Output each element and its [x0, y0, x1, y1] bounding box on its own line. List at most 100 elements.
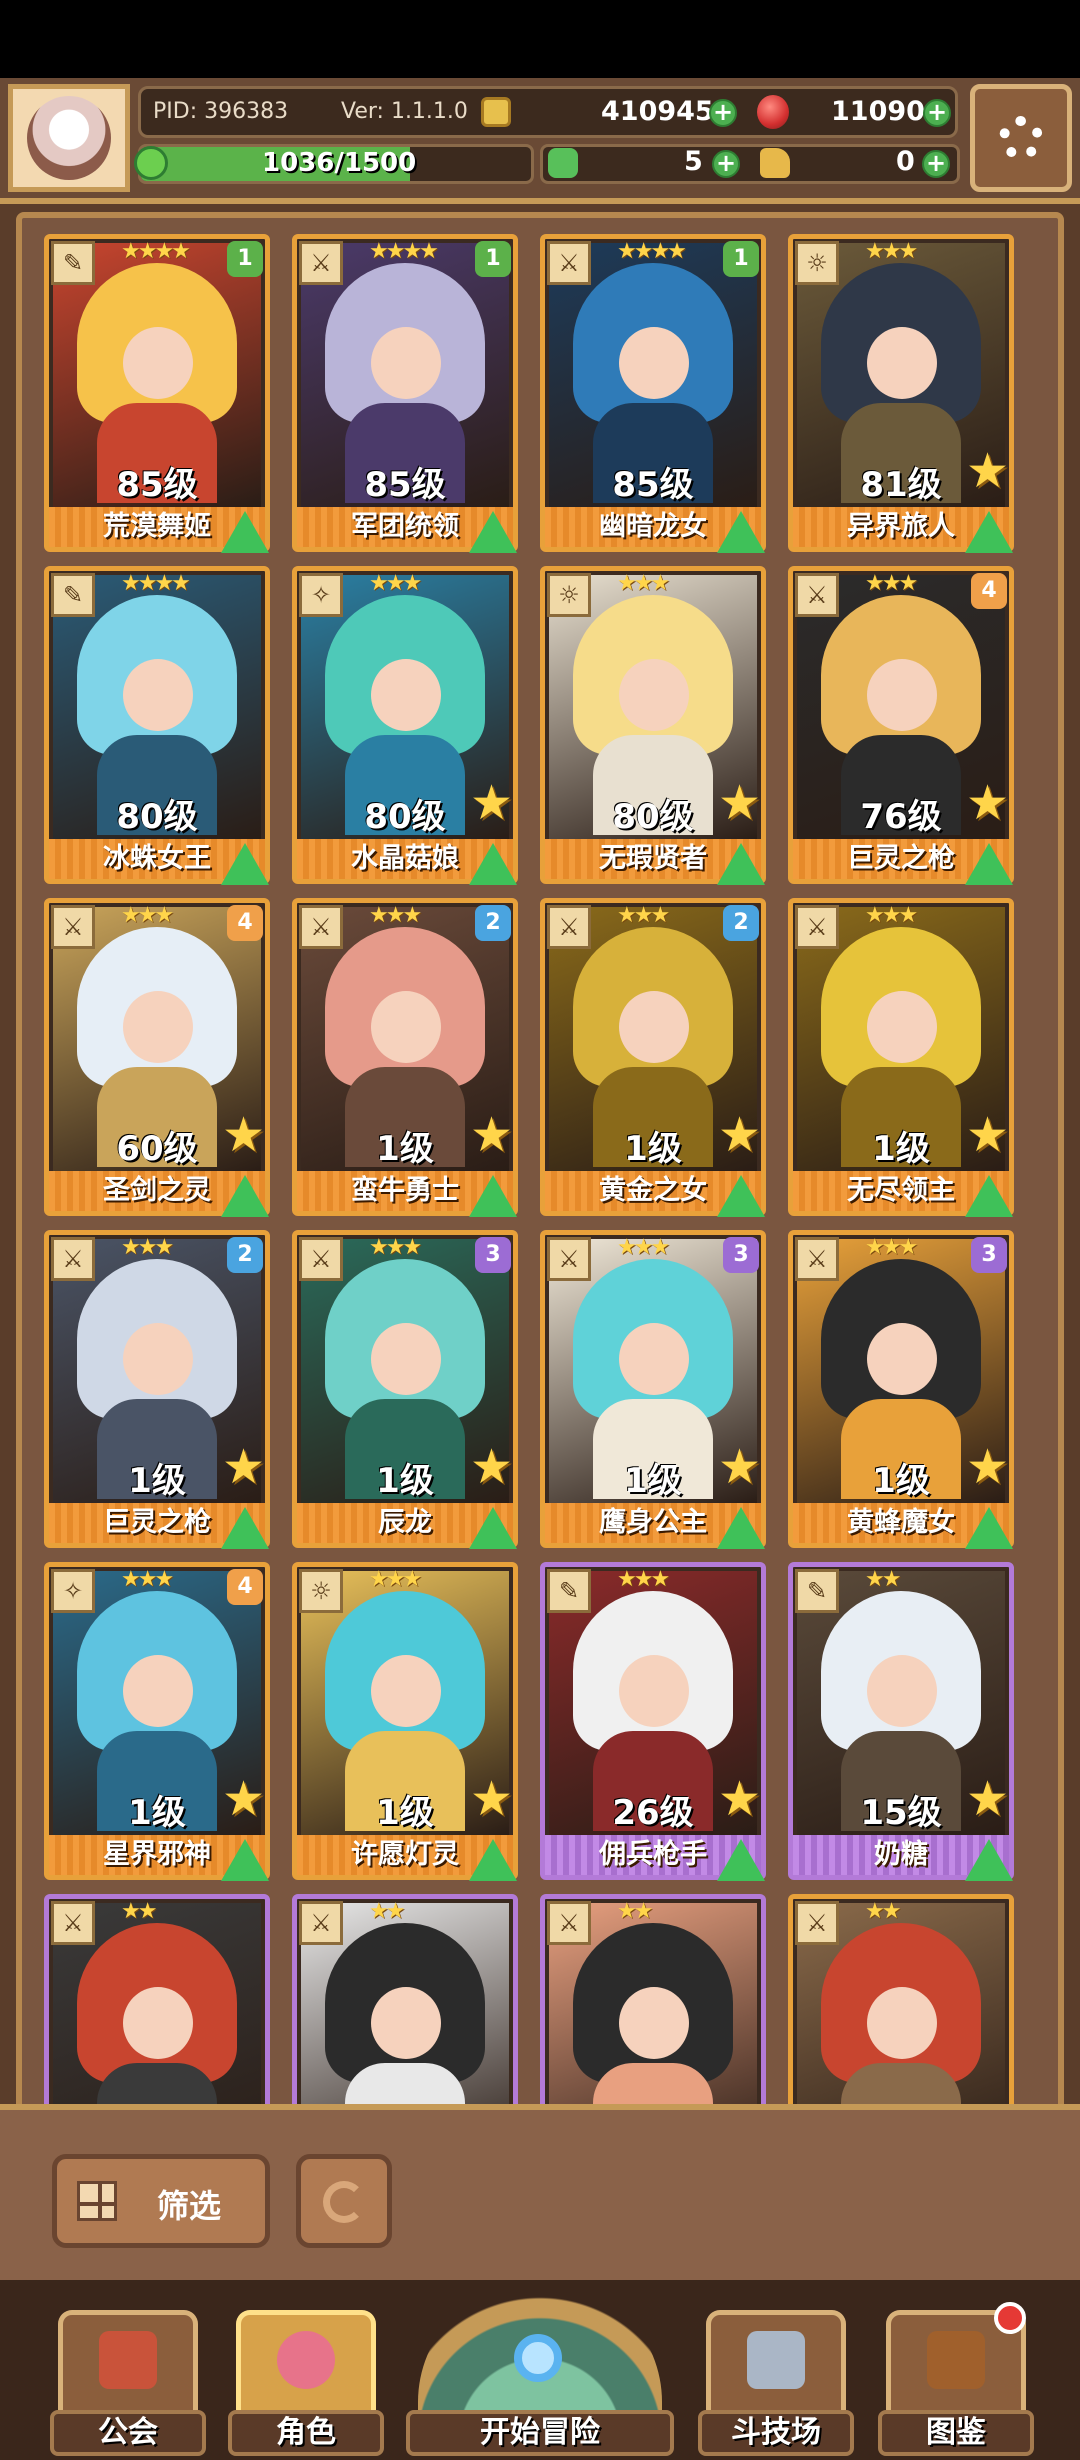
- character-level: 15级: [860, 1793, 942, 1833]
- filter-panel: 筛选: [0, 2104, 1080, 2286]
- tier-badge: 1: [227, 241, 263, 277]
- star-rating: ★★★★: [617, 239, 687, 264]
- character-level: 85级: [116, 465, 198, 505]
- character-level: 1级: [128, 1461, 186, 1501]
- character-level: 85级: [612, 465, 694, 505]
- star-rating: ★★: [617, 1899, 653, 1924]
- star-rating: ★★: [865, 1567, 901, 1592]
- star-rating: ★★★★: [121, 239, 191, 264]
- boot-count: 0: [896, 146, 915, 177]
- character-card[interactable]: ✎ ★★★ ★ 26级 佣兵枪手: [540, 1562, 766, 1881]
- level-up-arrow-icon: [469, 843, 517, 885]
- level-up-arrow-icon: [221, 843, 269, 885]
- level-up-arrow-icon: [965, 843, 1013, 885]
- nav-roles-label[interactable]: 角色: [228, 2410, 384, 2456]
- star-rating: ★★★: [617, 903, 670, 928]
- star-rating: ★★★: [865, 239, 918, 264]
- level-up-arrow-icon: [221, 1839, 269, 1881]
- character-level: 80级: [364, 797, 446, 837]
- nav-guild-label[interactable]: 公会: [50, 2410, 206, 2456]
- character-card[interactable]: ✎ ★★ ★ 15级 奶糖: [788, 1562, 1014, 1881]
- character-card[interactable]: ⚔ ★★★★ 1 85级 幽暗龙女: [540, 234, 766, 553]
- star-rating: ★★★: [121, 903, 174, 928]
- level-up-arrow-icon: [221, 1507, 269, 1549]
- star-rating: ★★: [865, 1899, 901, 1924]
- character-level: 1级: [376, 1461, 434, 1501]
- book-icon: [927, 2331, 985, 2389]
- character-card[interactable]: ✧ ★★★ 4 ★ 1级 星界邪神: [44, 1562, 270, 1881]
- star-rating: ★★★: [369, 1567, 422, 1592]
- shield-class-icon: ☼: [547, 573, 591, 617]
- wand-class-icon: ✎: [51, 241, 95, 285]
- nav-codex-label[interactable]: 图鉴: [878, 2410, 1034, 2456]
- boot-icon: [760, 148, 790, 178]
- character-card[interactable]: ⚔ ★★★ 3 ★ 1级 鹰身公主: [540, 1230, 766, 1549]
- add-coins-button[interactable]: +: [709, 99, 737, 127]
- sword-class-icon: ⚔: [795, 573, 839, 617]
- gem-icon: [757, 95, 789, 129]
- star-rating: ★★: [369, 1899, 405, 1924]
- character-card[interactable]: ✎ ★★★★ 1 85级 荒漠舞姬: [44, 234, 270, 553]
- character-card[interactable]: ⚔ ★★★ 2 ★ 1级 黄金之女: [540, 898, 766, 1217]
- top-hud: PID: 396383 Ver: 1.1.1.0 410945 + 11090 …: [0, 78, 1080, 204]
- character-card[interactable]: ⚔ ★★★ 4 ★ 60级 圣剑之灵: [44, 898, 270, 1217]
- wand-class-icon: ✎: [547, 1569, 591, 1613]
- character-grid: ✎ ★★★★ 1 85级 荒漠舞姬 ⚔ ★★★★ 1 85级 军团统领 ⚔ ★★★★ 1 85级 幽暗龙女 ☼…: [16, 212, 1064, 2212]
- character-card[interactable]: ⚔ ★★★ 4 ★ 76级 巨灵之枪: [788, 566, 1014, 885]
- character-card[interactable]: ⚔ ★★★ 2 ★ 1级 巨灵之枪: [44, 1230, 270, 1549]
- tier-badge: 3: [971, 1237, 1007, 1273]
- nav-adventure-label[interactable]: 开始冒险: [406, 2410, 674, 2456]
- add-boot-button[interactable]: +: [922, 150, 950, 178]
- level-up-arrow-icon: [469, 1839, 517, 1881]
- filter-label: 筛选: [157, 2187, 222, 2225]
- refresh-icon: [323, 2181, 365, 2223]
- level-up-arrow-icon: [469, 511, 517, 553]
- version-label: Ver: 1.1.1.0: [341, 99, 468, 124]
- refresh-button[interactable]: [296, 2154, 392, 2248]
- crossed-swords-icon: [747, 2331, 805, 2389]
- tier-badge: 3: [723, 1237, 759, 1273]
- settings-button[interactable]: [970, 84, 1072, 192]
- player-avatar[interactable]: [8, 84, 130, 192]
- add-clover-button[interactable]: +: [712, 150, 740, 178]
- star-rating: ★★★★: [121, 571, 191, 596]
- tier-badge: 3: [475, 1237, 511, 1273]
- filter-button[interactable]: 筛选: [52, 2154, 270, 2248]
- character-level: 1级: [872, 1461, 930, 1501]
- character-card[interactable]: ⚔ ★★★★ 1 85级 军团统领: [292, 234, 518, 553]
- character-card[interactable]: ☼ ★★★ ★ 80级 无瑕贤者: [540, 566, 766, 885]
- character-card[interactable]: ✎ ★★★★ 80级 冰蛛女王: [44, 566, 270, 885]
- character-level: 60级: [116, 1129, 198, 1169]
- wand-class-icon: ✎: [51, 573, 95, 617]
- character-card[interactable]: ☼ ★★★ ★ 1级 许愿灯灵: [292, 1562, 518, 1881]
- tier-badge: 2: [723, 905, 759, 941]
- character-level: 81级: [860, 465, 942, 505]
- character-card[interactable]: ☼ ★★★ ★ 81级 异界旅人: [788, 234, 1014, 553]
- sword-class-icon: ⚔: [547, 1901, 591, 1945]
- level-up-arrow-icon: [965, 511, 1013, 553]
- character-card[interactable]: ✧ ★★★ ★ 80级 水晶菇娘: [292, 566, 518, 885]
- character-level: 1级: [872, 1129, 930, 1169]
- tier-badge: 4: [971, 573, 1007, 609]
- character-level: 1级: [624, 1461, 682, 1501]
- character-level: 85级: [364, 465, 446, 505]
- character-card[interactable]: ⚔ ★★★ 3 ★ 1级 辰龙: [292, 1230, 518, 1549]
- star-rating: ★★★: [865, 1235, 918, 1260]
- character-card[interactable]: ⚔ ★★★ 3 ★ 1级 黄蜂魔女: [788, 1230, 1014, 1549]
- tier-badge: 1: [475, 241, 511, 277]
- star-rating: ★★★: [369, 1235, 422, 1260]
- notification-dot: [994, 2302, 1026, 2334]
- character-level: 26级: [612, 1793, 694, 1833]
- nav-arena-label[interactable]: 斗技场: [698, 2410, 854, 2456]
- clover-icon: [548, 148, 578, 178]
- level-up-arrow-icon: [717, 511, 765, 553]
- wand-class-icon: ✎: [795, 1569, 839, 1613]
- character-card[interactable]: ⚔ ★★★ 2 ★ 1级 蛮牛勇士: [292, 898, 518, 1217]
- character-level: 1级: [376, 1129, 434, 1169]
- character-card[interactable]: ⚔ ★★★ ★ 1级 无尽领主: [788, 898, 1014, 1217]
- add-gems-button[interactable]: +: [923, 99, 951, 127]
- character-head-icon: [277, 2331, 335, 2389]
- player-id: PID: 396383: [153, 99, 289, 124]
- magnifier-icon: [514, 2334, 562, 2382]
- coin-icon: [481, 97, 511, 127]
